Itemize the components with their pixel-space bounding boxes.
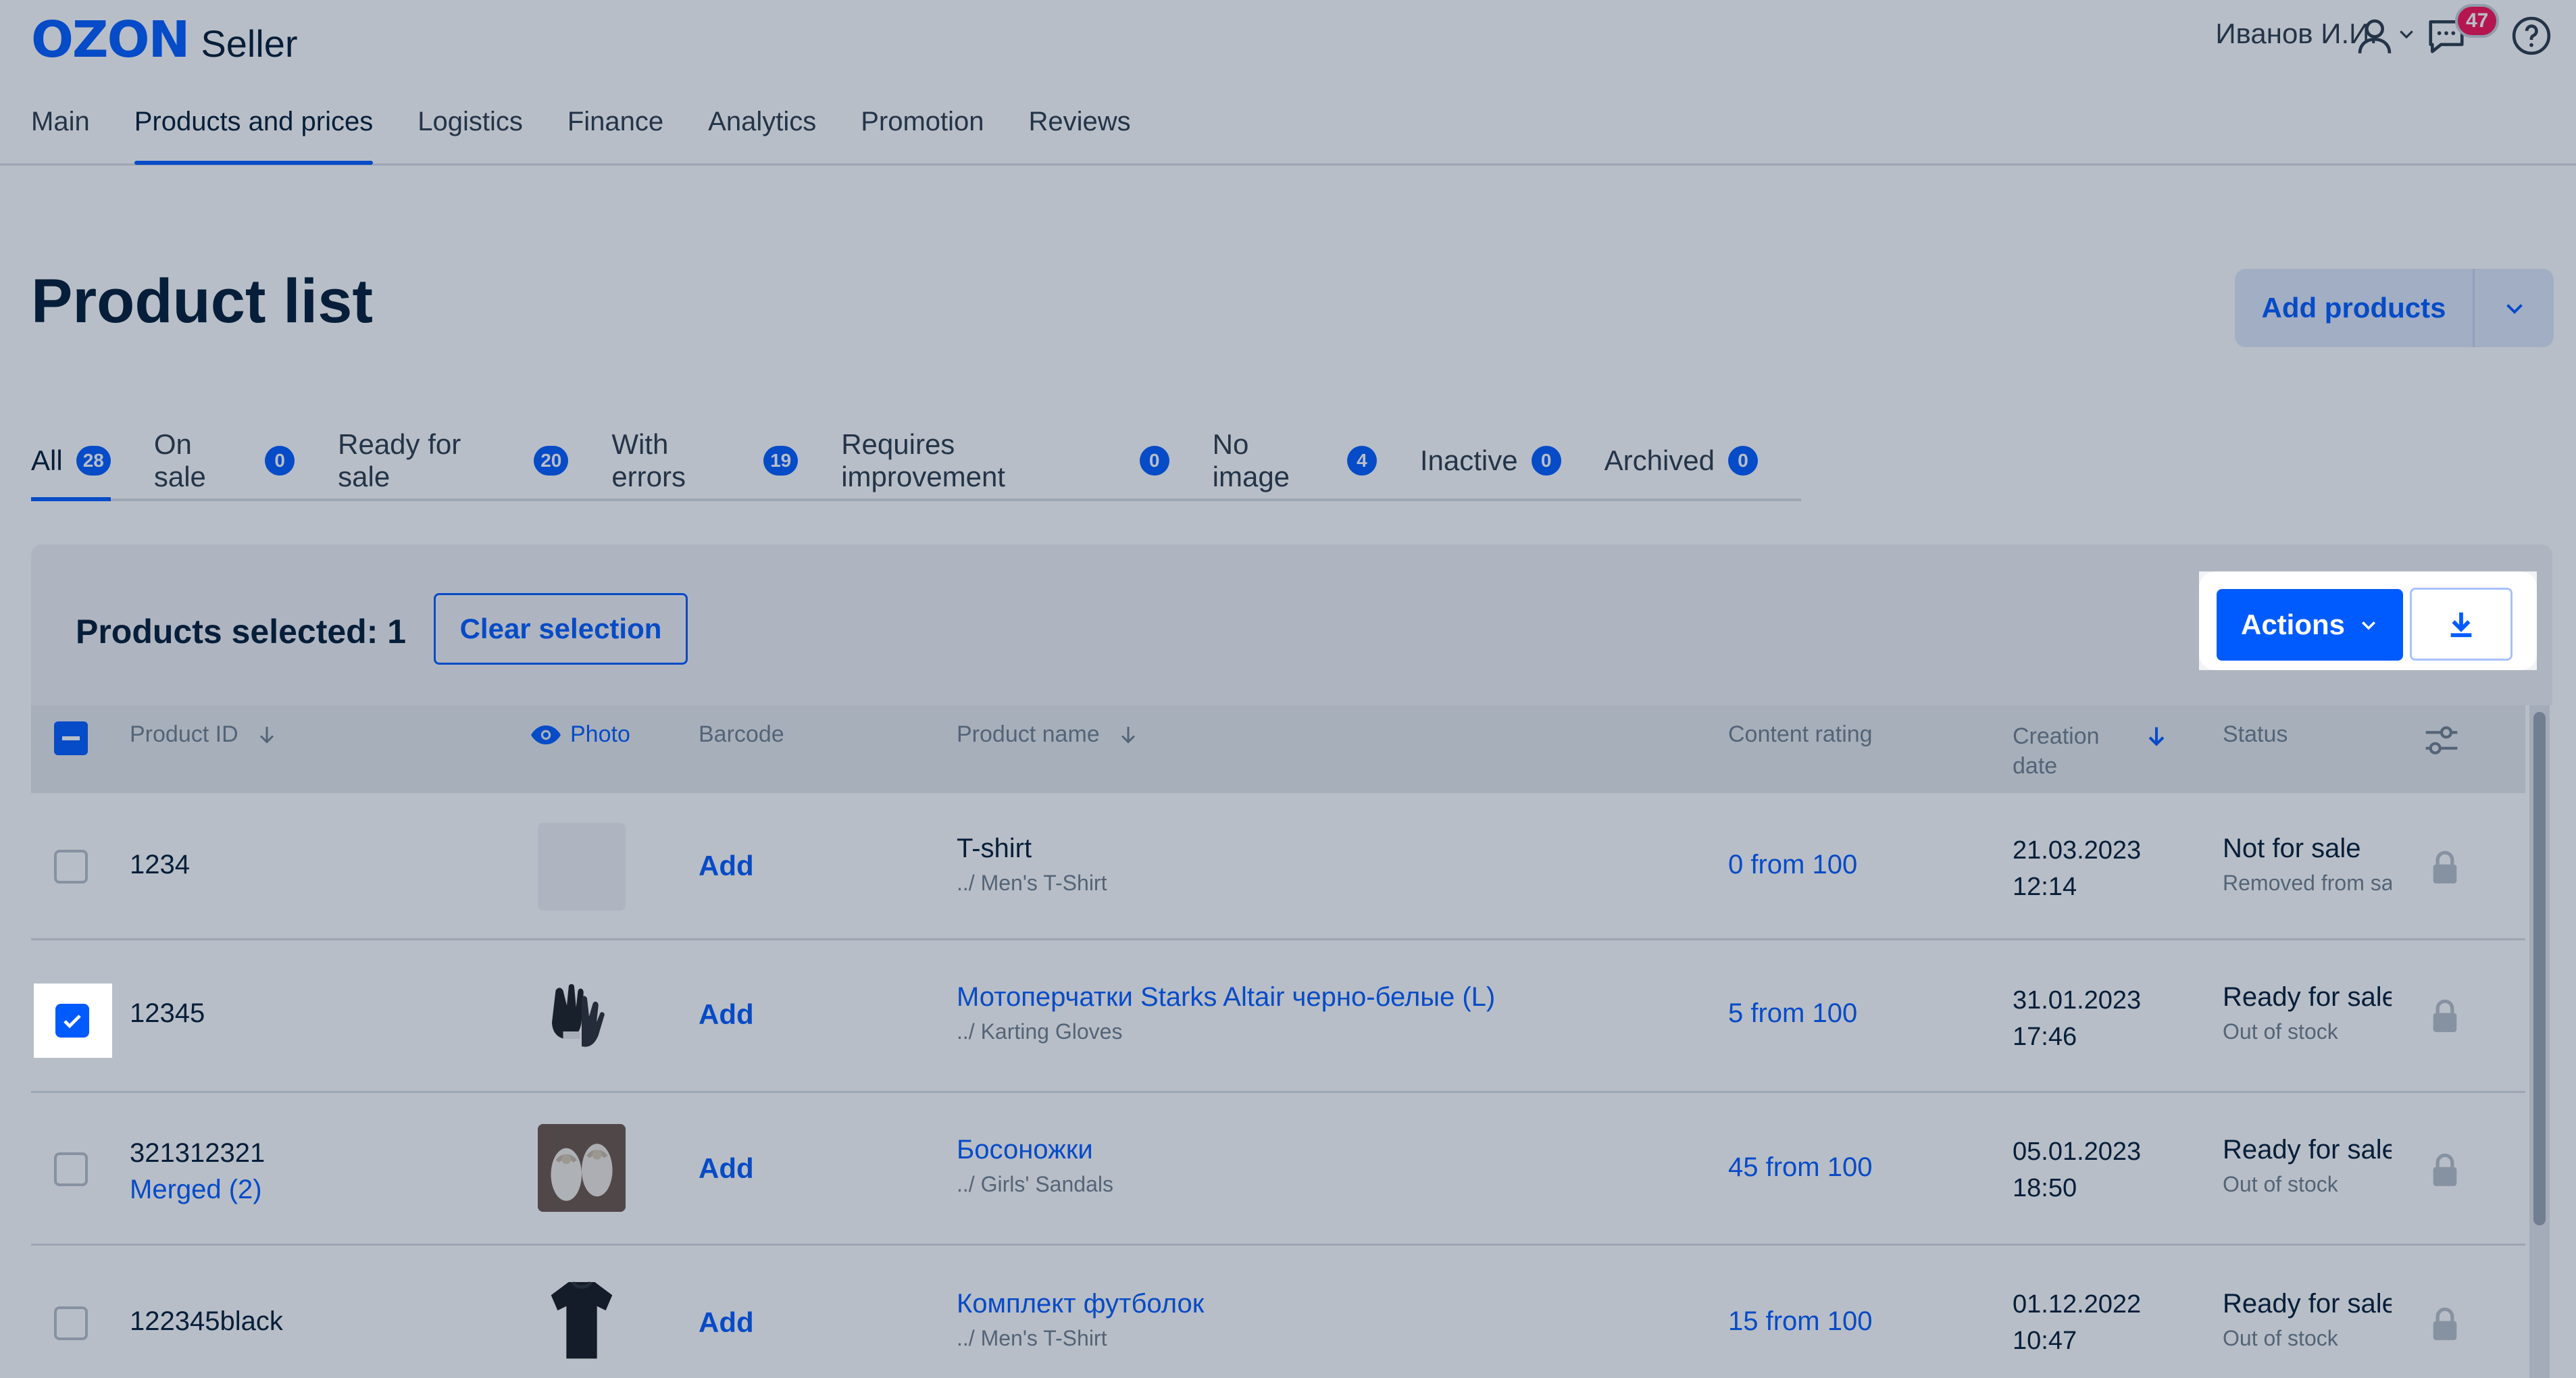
actions-label: Actions bbox=[2240, 609, 2345, 640]
chevron-down-icon bbox=[2362, 621, 2375, 630]
actions-highlight: Actions bbox=[2199, 571, 2537, 670]
page: OZON Seller Иванов И.И. 47 Main Products… bbox=[0, 0, 2576, 1378]
dim-overlay bbox=[0, 0, 2576, 571]
selected-checkbox-highlight bbox=[34, 984, 112, 1058]
dim-overlay bbox=[0, 984, 34, 1058]
dim-overlay bbox=[0, 1058, 2576, 1378]
download-icon bbox=[2450, 612, 2472, 638]
download-button[interactable] bbox=[2410, 588, 2512, 661]
checkmark-icon bbox=[64, 1015, 81, 1029]
dim-overlay bbox=[2537, 571, 2576, 670]
actions-button[interactable]: Actions bbox=[2217, 589, 2403, 661]
dim-overlay bbox=[0, 571, 2199, 670]
dim-overlay bbox=[112, 984, 2576, 1058]
row-checkbox-checked[interactable] bbox=[55, 1004, 89, 1038]
dim-overlay bbox=[0, 670, 2576, 984]
